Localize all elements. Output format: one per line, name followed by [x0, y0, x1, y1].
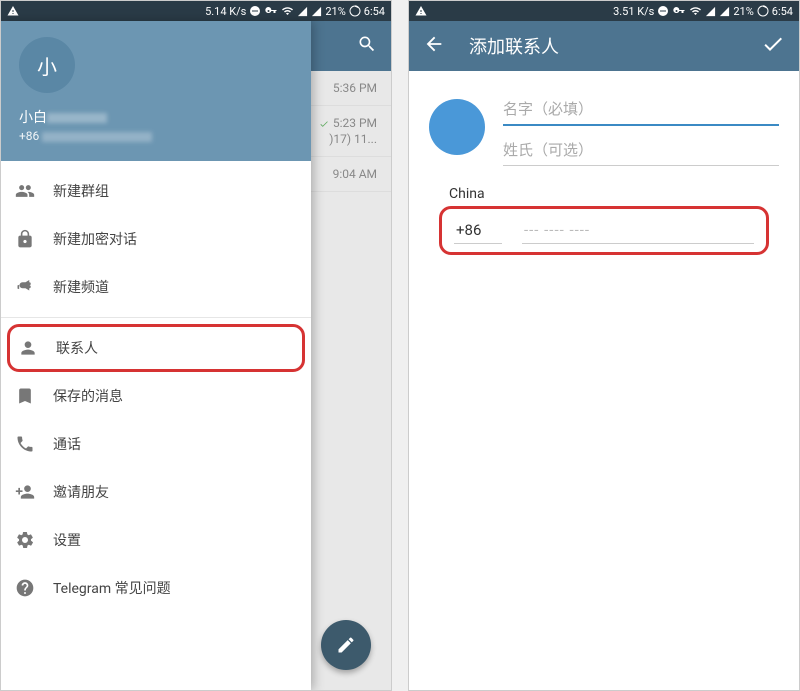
dnd-icon	[249, 5, 261, 17]
menu-label: 新建加密对话	[53, 229, 137, 249]
megaphone-icon	[15, 277, 53, 297]
status-bar: 5.14 K/s 21% 6:54	[1, 1, 391, 21]
phone-input-row: +86 --- ---- ----	[439, 206, 769, 255]
phone-section: China +86 --- ---- ----	[409, 176, 799, 265]
battery-percent-label: 21%	[325, 5, 345, 18]
bookmark-icon	[15, 386, 53, 406]
search-icon[interactable]	[357, 34, 377, 58]
done-icon[interactable]	[761, 32, 785, 60]
signal-icon	[311, 6, 322, 17]
contact-name-section	[409, 71, 799, 176]
menu-label: 联系人	[56, 338, 98, 358]
menu-label: 设置	[53, 530, 81, 550]
person-icon	[18, 338, 56, 358]
menu-label: 通话	[53, 434, 81, 454]
menu-secret-chat[interactable]: 新建加密对话	[1, 215, 311, 263]
drawer-phone: +86	[19, 129, 293, 143]
phone-icon	[15, 434, 53, 454]
menu-calls[interactable]: 通话	[1, 420, 311, 468]
status-bar: 3.51 K/s 21% 6:54	[409, 1, 799, 21]
menu-contacts[interactable]: 联系人	[7, 324, 305, 372]
wifi-icon	[689, 5, 702, 17]
compose-fab[interactable]	[321, 620, 371, 670]
dnd-icon	[657, 5, 669, 17]
menu-faq[interactable]: Telegram 常见问题	[1, 564, 311, 612]
page-title: 添加联系人	[469, 33, 761, 59]
menu-label: 新建群组	[53, 181, 109, 201]
menu-saved-messages[interactable]: 保存的消息	[1, 372, 311, 420]
menu-label: 保存的消息	[53, 386, 123, 406]
network-speed-label: 3.51 K/s	[613, 5, 654, 18]
navigation-drawer: 小 小白 +86 新建群组 新建加密对话 新建频道	[1, 21, 311, 690]
battery-percent-label: 21%	[733, 5, 753, 18]
warning-icon	[7, 5, 19, 17]
drawer-header: 小 小白 +86	[1, 21, 311, 161]
last-name-input[interactable]	[503, 136, 779, 166]
country-selector[interactable]: China	[449, 186, 769, 202]
signal-icon	[297, 6, 308, 17]
clock-label: 6:54	[364, 5, 385, 18]
gear-icon	[15, 530, 53, 550]
network-speed-label: 5.14 K/s	[205, 5, 246, 18]
avatar-initial: 小	[37, 51, 57, 80]
help-icon	[15, 578, 53, 598]
group-icon	[15, 181, 53, 201]
menu-new-channel[interactable]: 新建频道	[1, 263, 311, 311]
menu-label: Telegram 常见问题	[53, 578, 171, 598]
menu-label: 邀请朋友	[53, 482, 109, 502]
menu-label: 新建频道	[53, 277, 109, 297]
phone-add-contact-screen: 3.51 K/s 21% 6:54 添加联系人	[408, 0, 800, 691]
signal-icon	[705, 6, 716, 17]
warning-icon	[415, 5, 427, 17]
drawer-menu: 新建群组 新建加密对话 新建频道 联系人 保存的消息 通话	[1, 161, 311, 690]
contact-avatar-placeholder[interactable]	[429, 99, 485, 155]
battery-circle-icon	[757, 5, 769, 17]
wifi-icon	[281, 5, 294, 17]
menu-invite[interactable]: 邀请朋友	[1, 468, 311, 516]
signal-icon	[719, 6, 730, 17]
country-code-input[interactable]: +86	[454, 217, 502, 244]
vpn-key-icon	[672, 5, 686, 17]
person-add-icon	[15, 482, 53, 502]
avatar[interactable]: 小	[19, 37, 75, 93]
add-contact-toolbar: 添加联系人	[409, 21, 799, 71]
phone-drawer-screen: 5.14 K/s 21% 6:54 5:36 PM 5:23 PM )17) 1…	[0, 0, 392, 691]
battery-circle-icon	[349, 5, 361, 17]
drawer-username: 小白	[19, 107, 293, 127]
menu-new-group[interactable]: 新建群组	[1, 167, 311, 215]
menu-settings[interactable]: 设置	[1, 516, 311, 564]
back-icon[interactable]	[423, 33, 445, 59]
vpn-key-icon	[264, 5, 278, 17]
divider	[1, 317, 311, 318]
clock-label: 6:54	[772, 5, 793, 18]
first-name-input[interactable]	[503, 95, 779, 126]
phone-number-input[interactable]: --- ---- ----	[522, 217, 754, 244]
lock-icon	[15, 229, 53, 249]
